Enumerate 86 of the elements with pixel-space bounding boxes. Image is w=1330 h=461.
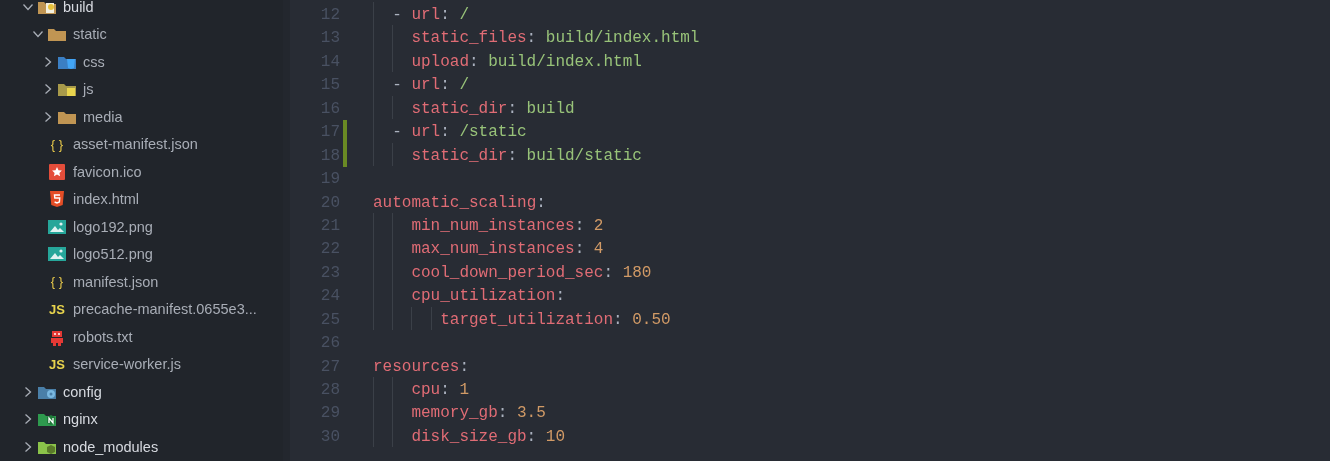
code-token: -: [392, 76, 402, 95]
code-token: cool_down_period_sec: [411, 263, 604, 282]
file-name[interactable]: service-worker.js: [73, 356, 181, 373]
js-folder-icon: [57, 81, 77, 98]
code-token: :: [613, 310, 623, 329]
code-token: upload: [411, 52, 469, 71]
code-token: :: [469, 52, 479, 71]
js-icon: JS: [49, 302, 65, 316]
file-name[interactable]: robots.txt: [73, 328, 133, 345]
chevron-icon[interactable]: [22, 413, 34, 426]
folder-icon: [37, 0, 57, 15]
folder-name[interactable]: js: [83, 81, 94, 98]
code-token: :: [440, 381, 450, 399]
code-token: :: [574, 216, 585, 235]
file-name[interactable]: logo192.png: [73, 218, 153, 235]
image-icon: [48, 247, 66, 262]
code-token: :: [440, 6, 450, 24]
file-name[interactable]: precache-manifest.0655e3...: [73, 301, 257, 318]
code-token: build/index.html: [488, 52, 642, 71]
code-token: url: [411, 76, 441, 95]
file-name[interactable]: index.html: [73, 191, 140, 208]
code-token: /: [459, 6, 469, 24]
code-token: url: [411, 123, 441, 142]
code-token: build: [526, 99, 575, 118]
star-icon: [49, 163, 65, 180]
code-token: :: [536, 193, 546, 212]
js-icon: JS: [49, 357, 65, 371]
code-token: static_files: [411, 29, 527, 48]
code-token: 180: [622, 263, 652, 282]
braces-icon: { }: [50, 137, 64, 151]
folder-name[interactable]: build: [63, 0, 94, 15]
image-icon: [48, 219, 66, 234]
code-token: -: [392, 123, 402, 142]
code-token: target_utilization: [440, 310, 613, 329]
folder-name[interactable]: css: [83, 53, 105, 70]
code-token: min_num_instances: [411, 216, 575, 235]
code-token: automatic_scaling: [373, 193, 537, 212]
chevron-icon[interactable]: [42, 83, 54, 96]
code-token: :: [526, 29, 537, 48]
folder-name[interactable]: config: [63, 383, 102, 400]
chevron-icon[interactable]: [42, 55, 54, 68]
file-name[interactable]: asset-manifest.json: [73, 136, 198, 153]
code-token: :: [507, 99, 517, 118]
code-token: static_dir: [411, 146, 508, 165]
code-token: /static: [459, 123, 527, 142]
code-token: 2: [593, 216, 604, 235]
file-name[interactable]: manifest.json: [73, 273, 159, 290]
chevron-icon[interactable]: [42, 110, 54, 123]
folder-name[interactable]: static: [73, 26, 107, 43]
code-token: 1: [459, 381, 469, 399]
chevron-icon[interactable]: [22, 440, 34, 453]
code-token: :: [459, 357, 470, 376]
code-token: 3.5: [517, 404, 546, 423]
code-token: :: [526, 427, 537, 446]
code-token: cpu_utilization: [411, 287, 556, 306]
nginx-folder-icon: [37, 411, 57, 428]
code-token: :: [507, 146, 517, 165]
code-token: 4: [593, 240, 604, 259]
code-token: 10: [545, 427, 565, 446]
code-token: :: [603, 263, 614, 282]
code-token: :: [440, 76, 450, 95]
braces-icon: { }: [50, 275, 64, 289]
code-token: 0.50: [632, 310, 671, 329]
chevron-icon[interactable]: [22, 385, 34, 398]
code-token: :: [574, 240, 585, 259]
code-token: url: [411, 6, 441, 24]
file-name[interactable]: logo512.png: [73, 246, 153, 263]
code-token: disk_size_gb: [411, 427, 527, 446]
folder-icon: [47, 26, 67, 43]
folder-name[interactable]: node_modules: [63, 438, 159, 455]
code-token: cpu: [411, 381, 441, 399]
code-token: :: [497, 404, 508, 423]
code-token: static_dir: [411, 99, 508, 118]
code-token: build/index.html: [545, 29, 700, 48]
code-token: :: [555, 287, 566, 306]
folder-name[interactable]: media: [83, 108, 123, 125]
code-token: :: [440, 123, 450, 142]
code-token: resources: [373, 357, 460, 376]
code-token: max_num_instances: [411, 240, 575, 259]
html5-icon: [49, 191, 65, 208]
code-token: -: [392, 6, 402, 24]
code-token: build/static: [526, 146, 642, 165]
folder-name[interactable]: nginx: [63, 411, 98, 428]
code-token: /: [459, 76, 469, 95]
file-name[interactable]: favicon.ico: [73, 163, 142, 180]
code-token: memory_gb: [411, 404, 498, 423]
